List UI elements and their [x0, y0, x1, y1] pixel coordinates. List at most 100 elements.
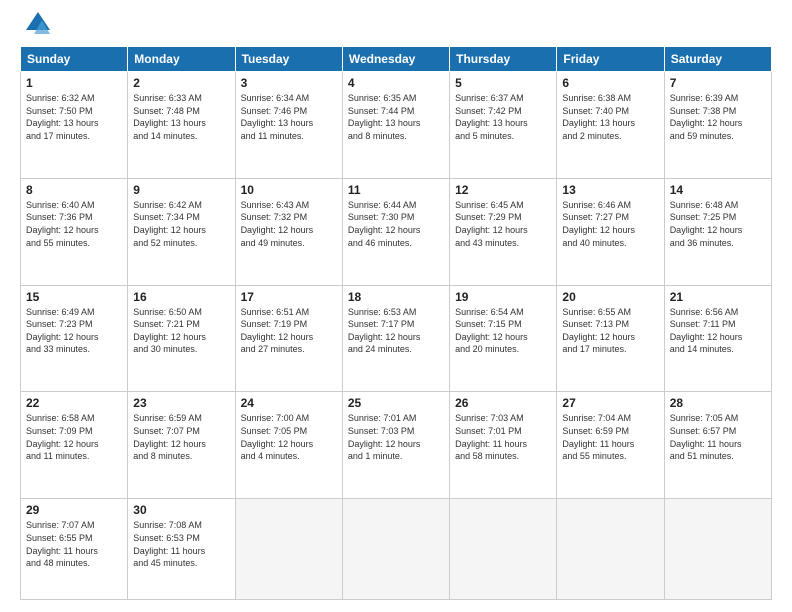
page: SundayMondayTuesdayWednesdayThursdayFrid…: [0, 0, 792, 612]
day-info: Sunrise: 6:56 AM Sunset: 7:11 PM Dayligh…: [670, 306, 766, 356]
day-number: 16: [133, 290, 229, 304]
calendar-week-4: 29 Sunrise: 7:07 AM Sunset: 6:55 PM Dayli…: [21, 499, 772, 600]
day-number: 21: [670, 290, 766, 304]
calendar-day-29: 29 Sunrise: 7:07 AM Sunset: 6:55 PM Dayli…: [21, 499, 128, 600]
day-number: 3: [241, 76, 337, 90]
day-number: 15: [26, 290, 122, 304]
day-info: Sunrise: 6:35 AM Sunset: 7:44 PM Dayligh…: [348, 92, 444, 142]
calendar-header-sunday: Sunday: [21, 47, 128, 72]
calendar-empty: [664, 499, 771, 600]
day-info: Sunrise: 6:39 AM Sunset: 7:38 PM Dayligh…: [670, 92, 766, 142]
calendar-header-friday: Friday: [557, 47, 664, 72]
day-info: Sunrise: 6:37 AM Sunset: 7:42 PM Dayligh…: [455, 92, 551, 142]
day-number: 8: [26, 183, 122, 197]
day-number: 23: [133, 396, 229, 410]
day-number: 9: [133, 183, 229, 197]
day-number: 1: [26, 76, 122, 90]
day-number: 29: [26, 503, 122, 517]
calendar-day-25: 25Sunrise: 7:01 AM Sunset: 7:03 PM Dayli…: [342, 392, 449, 499]
day-info: Sunrise: 6:53 AM Sunset: 7:17 PM Dayligh…: [348, 306, 444, 356]
day-info: Sunrise: 6:51 AM Sunset: 7:19 PM Dayligh…: [241, 306, 337, 356]
day-info: Sunrise: 6:46 AM Sunset: 7:27 PM Dayligh…: [562, 199, 658, 249]
day-info: Sunrise: 7:08 AM Sunset: 6:53 PM Dayligh…: [133, 519, 229, 569]
day-info: Sunrise: 6:58 AM Sunset: 7:09 PM Dayligh…: [26, 412, 122, 462]
day-info: Sunrise: 6:32 AM Sunset: 7:50 PM Dayligh…: [26, 92, 122, 142]
calendar-empty: [557, 499, 664, 600]
calendar-day-19: 19 Sunrise: 6:54 AM Sunset: 7:15 PM Dayli…: [450, 285, 557, 392]
calendar-day-28: 28Sunrise: 7:05 AM Sunset: 6:57 PM Dayli…: [664, 392, 771, 499]
calendar-day-16: 16 Sunrise: 6:50 AM Sunset: 7:21 PM Dayli…: [128, 285, 235, 392]
calendar-day-2: 2 Sunrise: 6:33 AM Sunset: 7:48 PM Daylig…: [128, 72, 235, 179]
calendar-empty: [342, 499, 449, 600]
day-number: 11: [348, 183, 444, 197]
day-number: 7: [670, 76, 766, 90]
calendar-day-26: 26Sunrise: 7:03 AM Sunset: 7:01 PM Dayli…: [450, 392, 557, 499]
day-number: 17: [241, 290, 337, 304]
day-number: 13: [562, 183, 658, 197]
day-info: Sunrise: 6:44 AM Sunset: 7:30 PM Dayligh…: [348, 199, 444, 249]
day-number: 25: [348, 396, 444, 410]
calendar-header-monday: Monday: [128, 47, 235, 72]
day-info: Sunrise: 7:05 AM Sunset: 6:57 PM Dayligh…: [670, 412, 766, 462]
day-number: 4: [348, 76, 444, 90]
day-number: 24: [241, 396, 337, 410]
day-number: 22: [26, 396, 122, 410]
calendar-day-10: 10Sunrise: 6:43 AM Sunset: 7:32 PM Dayli…: [235, 178, 342, 285]
day-number: 19: [455, 290, 551, 304]
day-info: Sunrise: 6:38 AM Sunset: 7:40 PM Dayligh…: [562, 92, 658, 142]
calendar-day-9: 9 Sunrise: 6:42 AM Sunset: 7:34 PM Daylig…: [128, 178, 235, 285]
day-number: 5: [455, 76, 551, 90]
day-info: Sunrise: 6:48 AM Sunset: 7:25 PM Dayligh…: [670, 199, 766, 249]
calendar-day-1: 1 Sunrise: 6:32 AM Sunset: 7:50 PM Daylig…: [21, 72, 128, 179]
calendar-week-2: 15 Sunrise: 6:49 AM Sunset: 7:23 PM Dayli…: [21, 285, 772, 392]
day-number: 2: [133, 76, 229, 90]
calendar-day-22: 22 Sunrise: 6:58 AM Sunset: 7:09 PM Dayli…: [21, 392, 128, 499]
logo-icon: [24, 10, 52, 38]
calendar-day-20: 20 Sunrise: 6:55 AM Sunset: 7:13 PM Dayli…: [557, 285, 664, 392]
header: [20, 16, 772, 38]
day-info: Sunrise: 6:50 AM Sunset: 7:21 PM Dayligh…: [133, 306, 229, 356]
calendar-day-21: 21 Sunrise: 6:56 AM Sunset: 7:11 PM Dayli…: [664, 285, 771, 392]
day-info: Sunrise: 6:59 AM Sunset: 7:07 PM Dayligh…: [133, 412, 229, 462]
day-number: 30: [133, 503, 229, 517]
calendar-day-5: 5 Sunrise: 6:37 AM Sunset: 7:42 PM Daylig…: [450, 72, 557, 179]
calendar-day-15: 15 Sunrise: 6:49 AM Sunset: 7:23 PM Dayli…: [21, 285, 128, 392]
day-info: Sunrise: 7:07 AM Sunset: 6:55 PM Dayligh…: [26, 519, 122, 569]
day-info: Sunrise: 6:55 AM Sunset: 7:13 PM Dayligh…: [562, 306, 658, 356]
calendar-day-13: 13 Sunrise: 6:46 AM Sunset: 7:27 PM Dayli…: [557, 178, 664, 285]
calendar-day-17: 17 Sunrise: 6:51 AM Sunset: 7:19 PM Dayli…: [235, 285, 342, 392]
calendar-day-14: 14 Sunrise: 6:48 AM Sunset: 7:25 PM Dayli…: [664, 178, 771, 285]
day-info: Sunrise: 6:49 AM Sunset: 7:23 PM Dayligh…: [26, 306, 122, 356]
calendar-header-saturday: Saturday: [664, 47, 771, 72]
calendar-header-tuesday: Tuesday: [235, 47, 342, 72]
calendar-day-30: 30 Sunrise: 7:08 AM Sunset: 6:53 PM Dayli…: [128, 499, 235, 600]
day-info: Sunrise: 7:04 AM Sunset: 6:59 PM Dayligh…: [562, 412, 658, 462]
calendar-empty: [450, 499, 557, 600]
day-info: Sunrise: 6:33 AM Sunset: 7:48 PM Dayligh…: [133, 92, 229, 142]
day-number: 6: [562, 76, 658, 90]
day-info: Sunrise: 6:34 AM Sunset: 7:46 PM Dayligh…: [241, 92, 337, 142]
day-number: 14: [670, 183, 766, 197]
calendar-day-6: 6 Sunrise: 6:38 AM Sunset: 7:40 PM Daylig…: [557, 72, 664, 179]
day-info: Sunrise: 6:42 AM Sunset: 7:34 PM Dayligh…: [133, 199, 229, 249]
calendar-header-thursday: Thursday: [450, 47, 557, 72]
day-number: 27: [562, 396, 658, 410]
day-info: Sunrise: 6:45 AM Sunset: 7:29 PM Dayligh…: [455, 199, 551, 249]
day-number: 18: [348, 290, 444, 304]
day-info: Sunrise: 6:43 AM Sunset: 7:32 PM Dayligh…: [241, 199, 337, 249]
calendar-day-23: 23 Sunrise: 6:59 AM Sunset: 7:07 PM Dayli…: [128, 392, 235, 499]
day-info: Sunrise: 7:03 AM Sunset: 7:01 PM Dayligh…: [455, 412, 551, 462]
calendar-day-4: 4 Sunrise: 6:35 AM Sunset: 7:44 PM Daylig…: [342, 72, 449, 179]
calendar-day-24: 24Sunrise: 7:00 AM Sunset: 7:05 PM Dayli…: [235, 392, 342, 499]
calendar-day-27: 27 Sunrise: 7:04 AM Sunset: 6:59 PM Dayli…: [557, 392, 664, 499]
calendar: SundayMondayTuesdayWednesdayThursdayFrid…: [20, 46, 772, 600]
logo: [20, 20, 52, 38]
calendar-empty: [235, 499, 342, 600]
calendar-day-11: 11 Sunrise: 6:44 AM Sunset: 7:30 PM Dayli…: [342, 178, 449, 285]
day-number: 12: [455, 183, 551, 197]
day-number: 20: [562, 290, 658, 304]
calendar-week-3: 22 Sunrise: 6:58 AM Sunset: 7:09 PM Dayli…: [21, 392, 772, 499]
day-info: Sunrise: 6:40 AM Sunset: 7:36 PM Dayligh…: [26, 199, 122, 249]
day-info: Sunrise: 6:54 AM Sunset: 7:15 PM Dayligh…: [455, 306, 551, 356]
calendar-day-8: 8 Sunrise: 6:40 AM Sunset: 7:36 PM Daylig…: [21, 178, 128, 285]
